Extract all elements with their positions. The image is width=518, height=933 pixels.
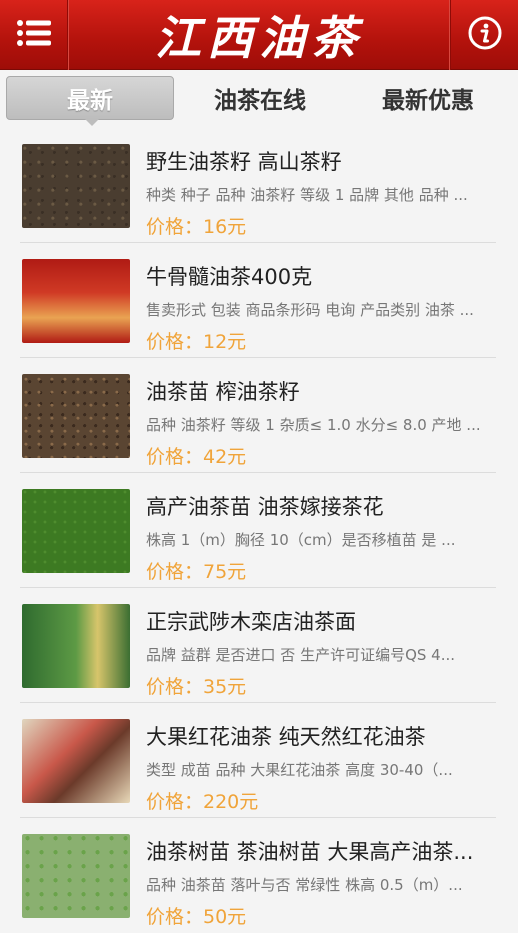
- product-description: 品种 油茶籽 等级 1 杂质≤ 1.0 水分≤ 8.0 产地 ...: [146, 416, 481, 434]
- product-description: 株高 1（m）胸径 10（cm）是否移植苗 是 ...: [146, 531, 456, 549]
- product-price: 价格：16元: [146, 216, 247, 238]
- product-name: 牛骨髓油茶400克: [146, 265, 313, 289]
- product-name: 野生油茶籽 高山茶籽: [146, 150, 342, 174]
- product-thumbnail: [22, 144, 130, 228]
- product-description: 品种 油茶苗 落叶与否 常绿性 株高 0.5（m）...: [146, 876, 463, 894]
- product-thumbnail: [22, 259, 130, 343]
- active-tab-indicator: [84, 118, 100, 126]
- app-header: 江西油茶: [0, 0, 518, 70]
- list-item[interactable]: 牛骨髓油茶400克 售卖形式 包装 商品条形码 电询 产品类别 油茶 ... 价…: [0, 243, 518, 358]
- product-description: 类型 成苗 品种 大果红花油茶 高度 30-40（...: [146, 761, 453, 779]
- product-name: 大果红花油茶 纯天然红花油茶: [146, 725, 426, 749]
- product-price: 价格：12元: [146, 331, 247, 353]
- product-thumbnail: [22, 719, 130, 803]
- list-item[interactable]: 高产油茶苗 油茶嫁接茶花 株高 1（m）胸径 10（cm）是否移植苗 是 ...…: [0, 473, 518, 588]
- menu-icon: [16, 20, 51, 50]
- product-name: 油茶苗 榨油茶籽: [146, 380, 300, 404]
- product-thumbnail: [22, 834, 130, 918]
- list-item[interactable]: 油茶树苗 茶油树苗 大果高产油茶... 品种 油茶苗 落叶与否 常绿性 株高 0…: [0, 818, 518, 933]
- product-price: 价格：35元: [146, 676, 247, 698]
- list-item[interactable]: 正宗武陟木栾店油茶面 品牌 益群 是否进口 否 生产许可证编号QS 4... 价…: [0, 588, 518, 703]
- product-thumbnail: [22, 489, 130, 573]
- product-description: 种类 种子 品种 油茶籽 等级 1 品牌 其他 品种 ...: [146, 186, 468, 204]
- list-item[interactable]: 野生油茶籽 高山茶籽 种类 种子 品种 油茶籽 等级 1 品牌 其他 品种 ..…: [0, 128, 518, 243]
- list-item[interactable]: 油茶苗 榨油茶籽 品种 油茶籽 等级 1 杂质≤ 1.0 水分≤ 8.0 产地 …: [0, 358, 518, 473]
- product-thumbnail: [22, 604, 130, 688]
- info-icon: [468, 16, 502, 54]
- tab-latest[interactable]: 最新: [6, 76, 174, 120]
- menu-button[interactable]: [0, 0, 68, 70]
- product-price: 价格：220元: [146, 791, 259, 813]
- product-name: 高产油茶苗 油茶嫁接茶花: [146, 495, 384, 519]
- product-price: 价格：42元: [146, 446, 247, 468]
- list-item[interactable]: 大果红花油茶 纯天然红花油茶 类型 成苗 品种 大果红花油茶 高度 30-40（…: [0, 703, 518, 818]
- tab-bar: 最新 油茶在线 最新优惠: [0, 70, 518, 126]
- info-button[interactable]: [450, 0, 518, 70]
- product-price: 价格：75元: [146, 561, 247, 583]
- app-title: 江西油茶: [155, 11, 363, 65]
- product-description: 品牌 益群 是否进口 否 生产许可证编号QS 4...: [146, 646, 456, 664]
- product-thumbnail: [22, 374, 130, 458]
- tab-offers[interactable]: 最新优惠: [344, 76, 512, 120]
- product-price: 价格：50元: [146, 906, 247, 928]
- product-name: 油茶树苗 茶油树苗 大果高产油茶...: [146, 840, 474, 864]
- product-description: 售卖形式 包装 商品条形码 电询 产品类别 油茶 ...: [146, 301, 474, 319]
- product-name: 正宗武陟木栾店油茶面: [146, 610, 356, 634]
- tab-online[interactable]: 油茶在线: [176, 76, 344, 120]
